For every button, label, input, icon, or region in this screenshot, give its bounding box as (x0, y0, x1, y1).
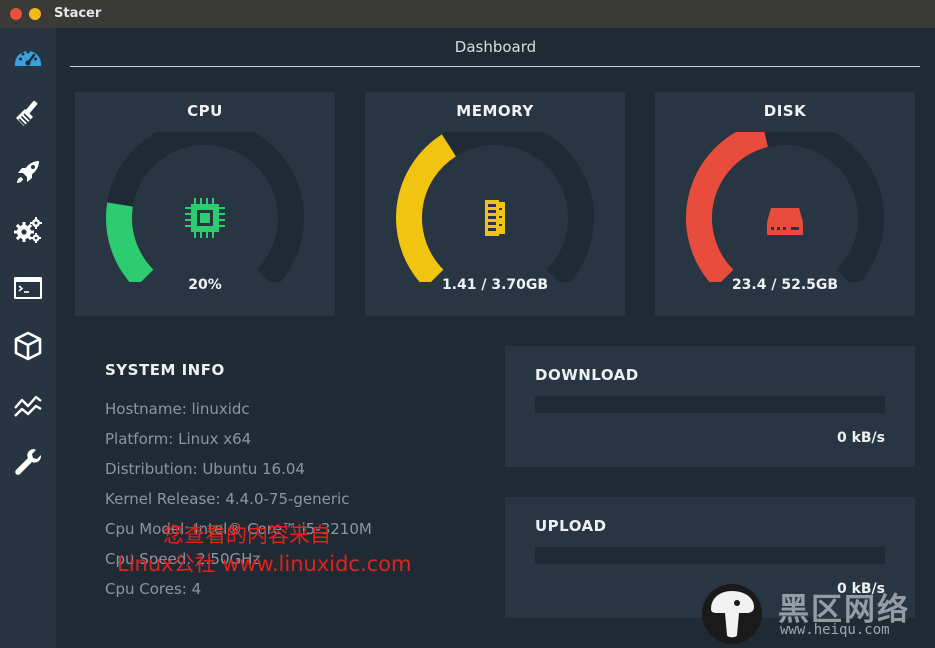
system-info-row: Platform: Linux x64 (105, 430, 252, 448)
watermark-url: www.heiqu.com (780, 622, 890, 638)
gauge-value: 23.4 / 52.5GB (731, 277, 839, 293)
hard-disk-icon (767, 208, 803, 235)
sidebar-item-dashboard[interactable] (8, 36, 48, 76)
system-info-row: Distribution: Ubuntu 16.04 (105, 460, 305, 478)
memory-gauge (396, 132, 594, 282)
wrench-icon (15, 449, 41, 475)
download-progress-bar (535, 396, 885, 413)
sidebar (0, 28, 56, 648)
sidebar-item-uninstaller[interactable] (8, 326, 48, 366)
system-info-title: SYSTEM INFO (105, 361, 225, 379)
cpu-gauge-card: CPU 20% (75, 92, 335, 316)
sidebar-item-startup-apps[interactable] (8, 152, 48, 192)
window-close-button[interactable] (10, 8, 22, 20)
download-card: DOWNLOAD 0 kB/s (505, 346, 915, 467)
window-title: Stacer (54, 6, 102, 21)
gauge-label: DISK (763, 102, 807, 120)
broom-icon (16, 100, 38, 126)
gauge-label: MEMORY (456, 102, 534, 120)
download-speed: 0 kB/s (836, 430, 885, 446)
page-title: Dashboard (454, 38, 537, 56)
sidebar-item-services[interactable] (8, 210, 48, 250)
gears-icon (14, 217, 42, 243)
dashboard-icon (15, 50, 41, 66)
system-info-row: Hostname: linuxidc (105, 400, 250, 418)
download-title: DOWNLOAD (535, 366, 639, 384)
gauge-label: CPU (187, 102, 223, 120)
system-info-list: Hostname: linuxidc Platform: Linux x64 D… (105, 400, 372, 610)
upload-progress-bar (535, 547, 885, 564)
gauge-fill (106, 202, 154, 282)
overlay-text-line1: 您查看的内容来自 (163, 523, 331, 547)
sidebar-item-settings[interactable] (8, 442, 48, 482)
title-divider (70, 66, 920, 67)
system-info-row: Cpu Cores: 4 (105, 580, 202, 598)
gauge-fill (686, 132, 769, 282)
cpu-gauge (106, 132, 304, 282)
rocket-icon (17, 161, 39, 183)
cpu-chip-icon (185, 198, 225, 238)
system-info-row: Kernel Release: 4.4.0-75-generic (105, 490, 350, 508)
gauge-value: 1.41 / 3.70GB (441, 277, 549, 293)
memory-module-icon (485, 200, 505, 236)
line-chart-icon (14, 395, 42, 417)
disk-gauge-card: DISK 23.4 / 52.5GB (655, 92, 915, 316)
disk-gauge (686, 132, 884, 282)
sidebar-item-system-cleaner[interactable] (8, 94, 48, 134)
window-minimize-button[interactable] (29, 8, 41, 20)
memory-gauge-card: MEMORY 1.41 / 3.70GB (365, 92, 625, 316)
terminal-window-icon (14, 277, 42, 299)
window-titlebar: Stacer (0, 0, 935, 28)
package-box-icon (14, 331, 42, 361)
gauge-value: 20% (188, 277, 222, 293)
sidebar-item-resources[interactable] (8, 384, 48, 424)
gauge-fill (396, 134, 457, 282)
watermark-logo-icon (702, 584, 762, 644)
overlay-text-line2: Linux公社 www.linuxidc.com (117, 552, 412, 576)
sidebar-item-processes[interactable] (8, 268, 48, 308)
upload-title: UPLOAD (535, 517, 607, 535)
